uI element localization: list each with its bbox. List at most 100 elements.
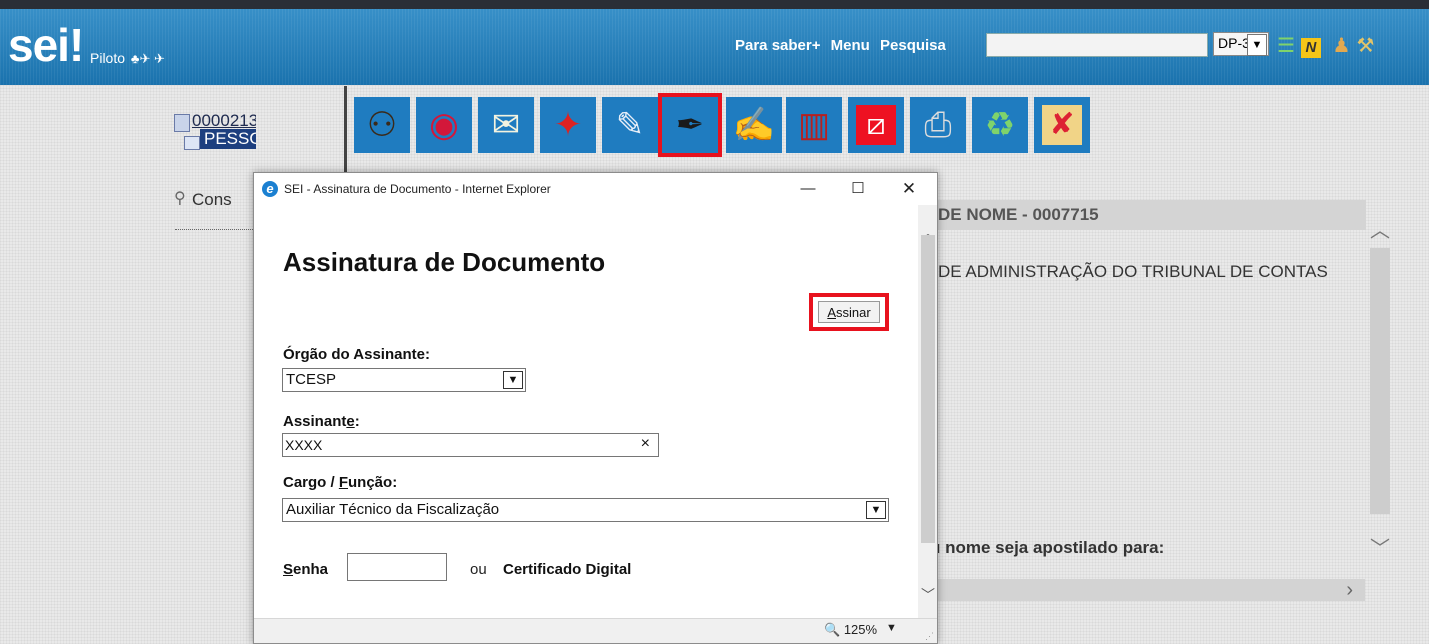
cargo-value: Auxiliar Técnico da Fiscalização [286, 501, 500, 518]
envelope-icon: ✉ [491, 106, 521, 144]
assinar-accesskey: A [827, 305, 836, 320]
cancel-icon: ⧄ [856, 105, 896, 145]
unit-glyphs: ♣✈ ✈ [130, 51, 165, 66]
cargo-accesskey: F [338, 474, 349, 491]
unit-label[interactable]: Piloto ♣✈ ✈ [90, 50, 165, 67]
toolbar-button-sign-block[interactable]: ✦ [540, 97, 596, 153]
pen-sign-icon: ✒ [675, 106, 705, 144]
toolbar-button-books[interactable]: ▥ [786, 97, 842, 153]
process-number[interactable]: 0000213/2021-7 [192, 111, 256, 131]
search-input[interactable] [986, 33, 1208, 57]
clear-icon[interactable]: × [641, 435, 650, 453]
ie-icon: e [262, 181, 278, 197]
link-pesquisa[interactable]: Pesquisa [880, 37, 946, 54]
unit-select[interactable]: DP-3 ▼ [1213, 32, 1269, 56]
link-menu[interactable]: Menu [831, 37, 870, 54]
edit-form-icon: ✎ [615, 106, 645, 144]
chevron-down-icon[interactable]: ▼ [866, 501, 886, 519]
or-text: ou [470, 561, 487, 578]
top-bar: sei! Piloto ♣✈ ✈ Para saber+ Menu Pesqui… [0, 0, 1429, 85]
unit-select-value: DP-3 [1218, 35, 1250, 51]
document-title: DE NOME - 0007715 [930, 200, 1366, 230]
sign-block-icon: ✍ [732, 106, 776, 144]
chevron-right-icon[interactable]: › [1346, 579, 1353, 601]
assinar-label: ssinar [835, 305, 871, 320]
window-title: SEI - Assinatura de Documento - Internet… [284, 182, 551, 196]
maximize-button[interactable]: ☐ [835, 173, 881, 205]
eye-icon: ◉ [429, 106, 459, 144]
toolbar-button-delete[interactable]: ✘ [1034, 97, 1090, 153]
process-icon [174, 114, 190, 132]
scrollbar-thumb[interactable] [921, 235, 935, 543]
document-text-line: DE ADMINISTRAÇÃO DO TRIBUNAL DE CONTAS [938, 262, 1328, 281]
assinar-button[interactable]: Assinar [818, 301, 880, 323]
orgao-select[interactable]: TCESP ▼ [282, 368, 526, 392]
user-icon[interactable]: ♟ [1333, 35, 1351, 57]
document-icon [184, 136, 200, 150]
wrench-icon[interactable]: ⚒ [1356, 35, 1374, 57]
search-icon[interactable]: ⚲ [174, 188, 186, 208]
top-icons: ☰ N ♟ ⚒ [1277, 33, 1380, 58]
books-icon: ▥ [797, 106, 831, 144]
orgao-label: Órgão do Assinante: [283, 346, 430, 363]
senha-label: Senha [283, 561, 328, 578]
sei-logo[interactable]: sei! [8, 18, 84, 72]
trash-icon: ♻ [984, 106, 1016, 144]
chevron-down-icon[interactable]: ▼ [503, 371, 523, 389]
toolbar-button-print[interactable]: ⎙ [910, 97, 966, 153]
document-vertical-scrollbar[interactable]: ︿ ﹀ [1368, 200, 1392, 568]
people-icon: ⚇ [366, 106, 398, 144]
page-title: Assinatura de Documento [283, 247, 606, 277]
orgao-value: TCESP [286, 371, 337, 388]
chevron-down-icon[interactable]: ﹀ [918, 585, 937, 605]
document-text-line: u nome seja apostilado para: [930, 538, 1165, 557]
toolbar-button-send-email[interactable]: ✉ [478, 97, 534, 153]
zoom-value: 125% [843, 622, 878, 637]
status-bar: 🔍 125% ▼ ⋰ [254, 618, 937, 643]
chevron-down-icon[interactable]: ▼ [886, 622, 897, 634]
zoom-level[interactable]: 🔍 125% [824, 622, 877, 638]
chevron-up-icon[interactable]: ︿ [1368, 214, 1392, 242]
process-type[interactable]: PESSOAL: A [200, 129, 256, 149]
cargo-select[interactable]: Auxiliar Técnico da Fiscalização ▼ [282, 498, 889, 522]
toolbar-button-edit[interactable]: ✎ [602, 97, 658, 153]
senha-label-text: enha [293, 561, 329, 578]
resize-grip-icon[interactable]: ⋰ [925, 631, 935, 641]
notes-icon[interactable]: N [1300, 38, 1321, 58]
assinante-input[interactable]: XXXX × [282, 433, 659, 457]
window-titlebar[interactable]: e SEI - Assinatura de Documento - Intern… [254, 173, 937, 205]
scrollbar-track[interactable] [1370, 248, 1390, 514]
cargo-label-rest: unção: [348, 474, 398, 491]
toolbar-button-view[interactable]: ◉ [416, 97, 472, 153]
close-button[interactable]: ✕ [886, 173, 932, 205]
toolbar-button-include-block[interactable]: ✍ [726, 97, 782, 153]
assinante-accesskey: e [346, 413, 355, 430]
toolbar-button-cancel[interactable]: ⧄ [848, 97, 904, 153]
unit-name: Piloto [90, 50, 126, 66]
assinante-value: XXXX [285, 437, 323, 453]
dialog-content: Assinatura de Documento Assinar Órgão do… [254, 205, 918, 621]
assinante-label-colon: : [354, 413, 360, 430]
senha-input[interactable] [347, 553, 447, 581]
toolbar-button-sign[interactable]: ✒ [658, 93, 722, 157]
consult-link[interactable]: Cons [192, 190, 232, 210]
cargo-label-text: Cargo / [283, 474, 339, 491]
toolbar-button-trash[interactable]: ♻ [972, 97, 1028, 153]
tree-divider [175, 229, 255, 230]
link-para-saber[interactable]: Para saber+ [735, 37, 820, 54]
assinante-label: Assinante: [283, 413, 360, 430]
cargo-label: Cargo / Função: [283, 474, 397, 491]
zoom-icon: 🔍 [824, 622, 841, 637]
dialog-vertical-scrollbar[interactable]: ︿ ﹀ [918, 205, 937, 621]
chevron-down-icon[interactable]: ﹀ [1368, 532, 1392, 560]
signature-dialog-window: e SEI - Assinatura de Documento - Intern… [253, 172, 938, 644]
senha-accesskey: S [283, 561, 294, 578]
sign-blocks-icon: ✦ [553, 106, 583, 144]
list-icon[interactable]: ☰ [1277, 35, 1295, 57]
toolbar-button-people[interactable]: ⚇ [354, 97, 410, 153]
certificado-digital-link[interactable]: Certificado Digital [503, 561, 631, 578]
minimize-button[interactable]: — [785, 173, 831, 205]
document-horizontal-scrollbar[interactable]: › [935, 579, 1365, 601]
print-icon: ⎙ [924, 106, 952, 144]
chevron-down-icon[interactable]: ▼ [1247, 34, 1267, 56]
